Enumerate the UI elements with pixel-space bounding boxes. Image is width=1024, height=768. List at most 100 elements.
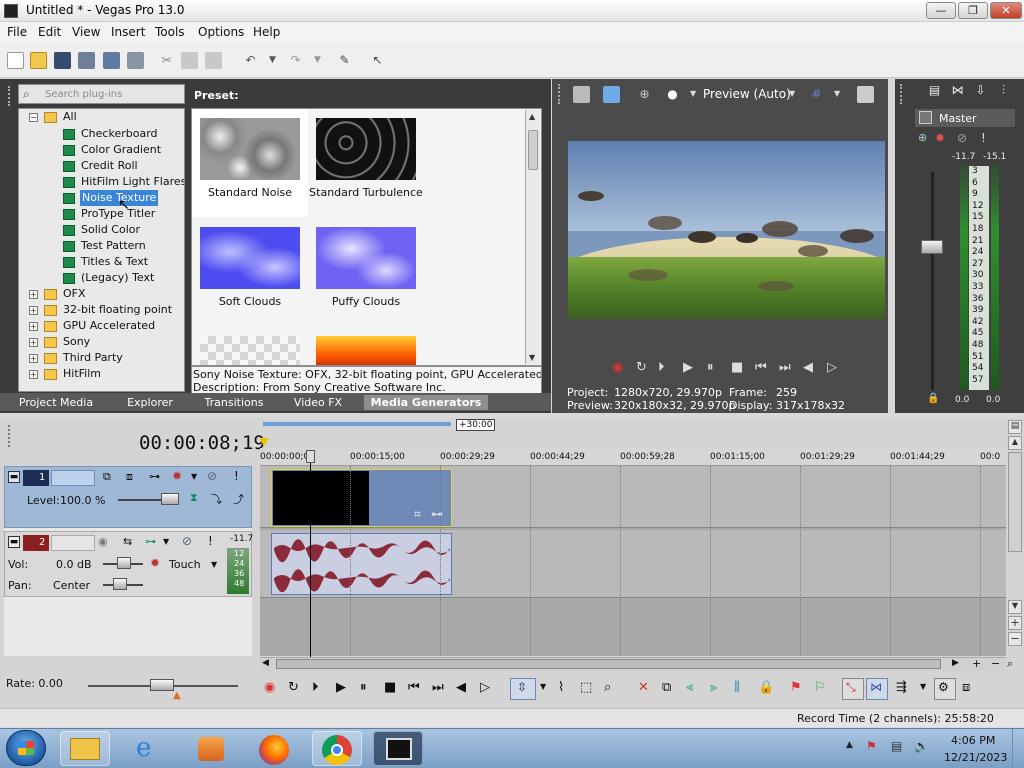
scroll-up-icon[interactable]: ▲ — [529, 112, 535, 121]
go-to-start-icon[interactable]: ⏮ — [408, 680, 420, 695]
track-fx-dropdown-icon[interactable]: ▼ — [163, 537, 169, 546]
audio-track-header[interactable]: ▬ 2 ◉ ⇆ ⊶ ▼ ⊘ ! Vol: 0.0 dB ✹ Touch ▼ Pa… — [4, 531, 253, 597]
overlays-dropdown-icon[interactable]: ▼ — [834, 89, 840, 98]
master-volume-fader[interactable] — [921, 240, 943, 254]
marker-triangle-icon[interactable] — [259, 438, 269, 446]
menu-view[interactable]: View — [72, 25, 100, 39]
tree-item-noise-texture[interactable]: Noise Texture ↖ — [19, 190, 184, 213]
zoom-edit-tool-icon[interactable]: ⌕ — [604, 680, 611, 695]
tree-item-solid-color[interactable]: Solid Color — [19, 222, 184, 238]
insert-region-icon[interactable]: ⚐ — [814, 680, 826, 695]
stop-icon[interactable]: ■ — [731, 360, 743, 375]
loop-playback-icon[interactable]: ↻ — [288, 680, 299, 695]
track-fx-dropdown-icon[interactable]: ▼ — [191, 472, 197, 481]
tree-item-checkerboard[interactable]: Checkerboard — [19, 126, 184, 142]
auto-ripple-icon[interactable]: ⇶ — [896, 680, 907, 695]
play-icon[interactable]: ▶ — [336, 680, 346, 695]
zoom-in-time-icon[interactable]: + — [972, 657, 981, 670]
show-hidden-icons-icon[interactable]: ▲ — [846, 740, 853, 750]
zoom-out-time-icon[interactable]: − — [991, 657, 1000, 670]
menu-file[interactable]: File — [7, 25, 27, 39]
current-time-display[interactable]: 00:00:08;19 — [139, 432, 265, 454]
cut-icon[interactable]: ✂ — [158, 52, 175, 69]
master-mute-icon[interactable]: ⊘ — [957, 131, 967, 145]
timeline-menu-icon[interactable]: ▤ — [1008, 420, 1022, 434]
fire-thumbnail[interactable] — [316, 336, 416, 365]
track-motion-icon[interactable]: ⧉ — [103, 470, 111, 484]
render-as-icon[interactable] — [103, 52, 120, 69]
zoom-tool-icon[interactable]: ⌕ — [1007, 657, 1013, 671]
insert-marker-icon[interactable]: ⚑ — [790, 680, 802, 695]
volume-icon[interactable]: 🔈 — [914, 739, 929, 753]
tree-item-test-pattern[interactable]: Test Pattern — [19, 238, 184, 254]
scroll-down-icon[interactable]: ▼ — [529, 353, 535, 362]
play-from-start-icon[interactable]: ⏵ — [658, 360, 665, 375]
tree-item-credit-roll[interactable]: Credit Roll — [19, 158, 184, 174]
expand-icon[interactable]: + — [29, 322, 38, 331]
next-frame-icon[interactable]: ▷ — [827, 360, 837, 375]
soft-clouds-thumbnail[interactable] — [200, 227, 300, 289]
audio-event-clip[interactable] — [271, 533, 452, 595]
video-fx-icon[interactable]: ⊕ — [636, 86, 653, 103]
split-screen-icon[interactable]: ● — [664, 86, 681, 103]
level-slider-thumb[interactable] — [161, 493, 179, 505]
expand-icon[interactable]: + — [29, 354, 38, 363]
show-desktop-button[interactable] — [1012, 729, 1024, 768]
play-from-start-icon[interactable]: ⏵ — [312, 680, 319, 695]
redo-dropdown-icon[interactable]: ▼ — [309, 52, 326, 69]
solo-icon[interactable]: ! — [234, 469, 239, 483]
internet-explorer-icon[interactable]: e — [136, 733, 151, 763]
tree-item-hitfilm-light-flares[interactable]: HitFilm Light Flares — [19, 174, 184, 190]
undo-icon[interactable]: ↶ — [242, 52, 259, 69]
record-icon[interactable]: ◉ — [612, 360, 623, 375]
play-icon[interactable]: ▶ — [683, 360, 693, 375]
mute-icon[interactable]: ⊘ — [182, 534, 192, 548]
tree-item-sony[interactable]: + Sony — [19, 334, 184, 350]
vegas-app-icon[interactable] — [4, 4, 18, 18]
undo-dropdown-icon[interactable]: ▼ — [264, 52, 281, 69]
tree-item-third-party[interactable]: + Third Party — [19, 350, 184, 366]
preview-quality-dropdown[interactable]: Preview (Auto) — [703, 87, 791, 101]
preview-properties-icon[interactable] — [573, 86, 590, 103]
tab-project-media[interactable]: Project Media — [6, 395, 106, 410]
lock-event-icon[interactable]: 🔒 — [758, 680, 774, 695]
solo-icon[interactable]: ! — [208, 534, 213, 548]
pause-icon[interactable]: ⏸ — [707, 360, 714, 375]
scroll-right-icon[interactable]: ▶ — [952, 658, 959, 668]
clock-date[interactable]: 12/21/2023 — [944, 751, 1007, 764]
pause-icon[interactable]: ⏸ — [360, 680, 367, 695]
timeline-grip[interactable] — [8, 425, 12, 447]
ignore-event-grouping-icon[interactable]: ⧈ — [962, 680, 970, 695]
split-screen-dropdown-icon[interactable]: ▼ — [690, 89, 696, 98]
vol-slider-thumb[interactable] — [117, 557, 131, 569]
search-plugins-input[interactable]: ⌕ Search plug-ins — [18, 84, 185, 104]
maximize-button[interactable]: ❐ — [958, 2, 988, 19]
go-to-end-icon[interactable]: ⏭ — [432, 680, 444, 695]
expand-icon[interactable]: + — [29, 306, 38, 315]
clock-time[interactable]: 4:06 PM — [951, 734, 995, 747]
loop-region-bar[interactable] — [263, 422, 451, 426]
track-fx-icon[interactable]: ⊶ — [145, 535, 156, 548]
tree-item-titles-text[interactable]: Titles & Text — [19, 254, 184, 270]
track-fx-icon[interactable]: ⧈ — [126, 470, 133, 484]
whats-this-help-icon[interactable]: ↖ — [369, 52, 386, 69]
selection-tool-icon[interactable]: ⬚ — [580, 680, 592, 695]
tree-item-protype-titler[interactable]: ProType Titler — [19, 206, 184, 222]
bus-insert-fx-icon[interactable]: ⊕ — [918, 131, 927, 144]
playhead-cursor[interactable] — [310, 452, 311, 658]
overlays-icon[interactable]: # — [808, 86, 825, 103]
track-invert-phase-icon[interactable]: ⇆ — [123, 535, 132, 548]
scroll-up-icon[interactable]: ▲ — [1008, 436, 1022, 450]
track-fx-gear-icon[interactable]: ✹ — [172, 469, 182, 483]
open-folder-icon[interactable] — [30, 52, 47, 69]
expand-icon[interactable]: + — [29, 370, 38, 379]
event-pan-crop-icon[interactable]: ⌗ — [414, 507, 421, 522]
tree-item-legacy-text[interactable]: (Legacy) Text — [19, 270, 184, 286]
enable-snapping-icon[interactable]: ✎ — [336, 52, 353, 69]
tree-item-color-gradient[interactable]: Color Gradient — [19, 142, 184, 158]
event-fx-icon[interactable]: ⊶ — [431, 507, 443, 521]
rate-slider-thumb[interactable] — [150, 679, 174, 691]
playhead-handle[interactable] — [306, 450, 315, 463]
tab-video-fx[interactable]: Video FX — [278, 395, 358, 410]
horizontal-scroll-thumb[interactable] — [276, 659, 941, 669]
